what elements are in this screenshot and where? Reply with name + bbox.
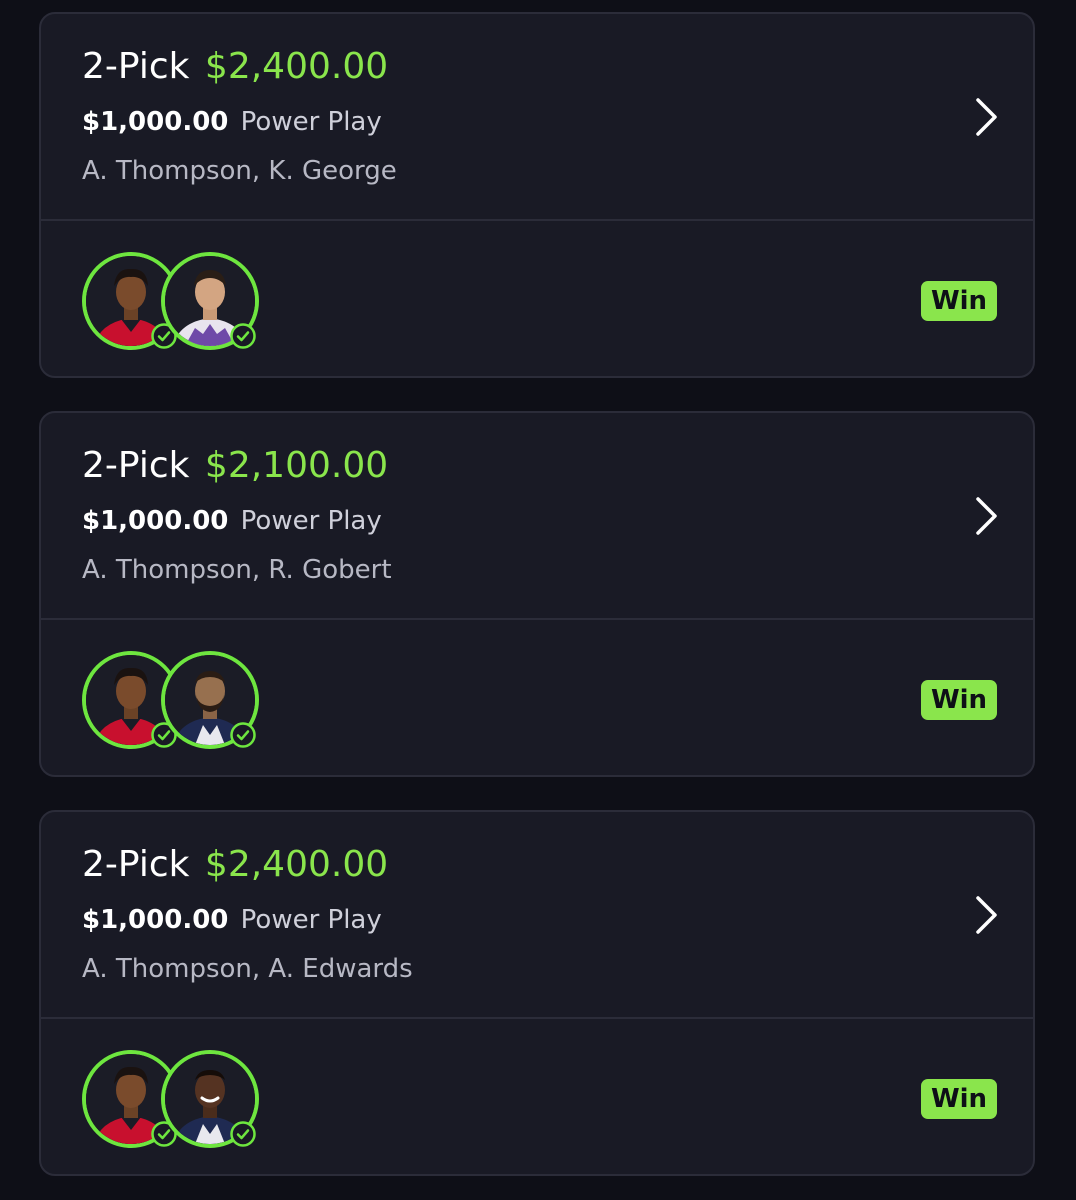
entry-card[interactable]: 2-Pick $2,100.00 $1,000.00 Power Play A.… [39,411,1035,777]
entry-type: Power Play [240,506,382,536]
chevron-right-icon[interactable] [967,496,1007,536]
payout-amount: $2,100.00 [204,445,389,486]
entry-details: $1,000.00 Power Play [82,504,382,538]
entry-details: $1,000.00 Power Play [82,105,382,139]
entry-result-row: Win [41,620,1033,775]
entry-type: Power Play [240,905,382,935]
entry-details: $1,000.00 Power Play [82,903,382,937]
entry-summary[interactable]: 2-Pick $2,400.00 $1,000.00 Power Play A.… [41,14,1033,221]
entry-title: 2-Pick $2,400.00 [82,44,388,90]
pick-count-label: 2-Pick [82,445,190,486]
entry-title: 2-Pick $2,400.00 [82,842,388,888]
entry-amount: $1,000.00 [82,905,229,935]
win-badge: Win [921,281,997,321]
entry-amount: $1,000.00 [82,107,229,137]
win-badge: Win [921,680,997,720]
player-names: A. Thompson, A. Edwards [82,954,413,984]
check-circle-icon [230,722,256,748]
pick-count-label: 2-Pick [82,46,190,87]
entry-card[interactable]: 2-Pick $2,400.00 $1,000.00 Power Play A.… [39,810,1035,1176]
player-names: A. Thompson, R. Gobert [82,555,392,585]
entry-summary[interactable]: 2-Pick $2,400.00 $1,000.00 Power Play A.… [41,812,1033,1019]
chevron-right-icon[interactable] [967,895,1007,935]
player-names: A. Thompson, K. George [82,156,397,186]
entry-card[interactable]: 2-Pick $2,400.00 $1,000.00 Power Play A.… [39,12,1035,378]
payout-amount: $2,400.00 [204,844,389,885]
entry-type: Power Play [240,107,382,137]
pick-count-label: 2-Pick [82,844,190,885]
entry-title: 2-Pick $2,100.00 [82,443,388,489]
win-badge: Win [921,1079,997,1119]
check-circle-icon [230,323,256,349]
entry-result-row: Win [41,221,1033,376]
check-circle-icon [230,1121,256,1147]
entry-result-row: Win [41,1019,1033,1174]
entry-summary[interactable]: 2-Pick $2,100.00 $1,000.00 Power Play A.… [41,413,1033,620]
chevron-right-icon[interactable] [967,97,1007,137]
entry-amount: $1,000.00 [82,506,229,536]
payout-amount: $2,400.00 [204,46,389,87]
